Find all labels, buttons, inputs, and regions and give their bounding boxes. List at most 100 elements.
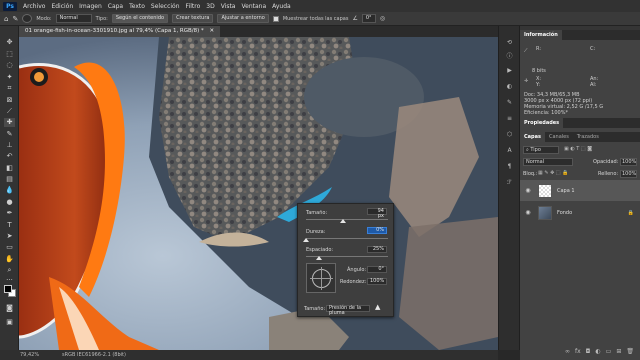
fill-field[interactable]: 100% [620, 170, 637, 178]
brush-roundness-field[interactable]: 100% [367, 278, 387, 285]
dodge-tool-icon[interactable]: ● [4, 198, 15, 207]
adjustments-icon[interactable]: ◐ [504, 82, 515, 91]
new-layer-icon[interactable]: ⊞ [616, 348, 621, 358]
play-icon[interactable]: ▶ [504, 66, 515, 75]
brush-size-field[interactable]: 94 px [367, 208, 387, 219]
cube-icon[interactable]: ⬡ [504, 130, 515, 139]
foreground-color-swatch[interactable] [4, 285, 12, 293]
quick-select-tool-icon[interactable]: ✦ [4, 73, 15, 82]
crosshair-icon: ✛ [524, 78, 529, 84]
path-select-tool-icon[interactable]: ➤ [4, 232, 15, 241]
opacity-field[interactable]: 100% [620, 158, 637, 166]
properties-icon[interactable]: ≡ [504, 114, 515, 123]
info-icon[interactable]: ⓘ [504, 52, 515, 61]
menu-view[interactable]: Vista [218, 3, 239, 10]
lasso-tool-icon[interactable]: ◌ [4, 61, 15, 70]
marquee-tool-icon[interactable]: ⬚ [4, 50, 15, 59]
brush-spacing-field[interactable]: 25% [367, 246, 387, 253]
fx-icon[interactable]: fx [575, 348, 581, 358]
menu-3d[interactable]: 3D [203, 3, 217, 10]
history-brush-tool-icon[interactable]: ↶ [4, 152, 15, 161]
document-canvas[interactable] [19, 37, 498, 350]
blend-mode-select[interactable]: Normal [523, 158, 573, 166]
sample-all-layers-checkbox[interactable] [272, 15, 279, 22]
menu-window[interactable]: Ventana [238, 3, 269, 10]
folder-icon[interactable]: ▭ [606, 348, 612, 358]
menu-edit[interactable]: Edición [48, 3, 76, 10]
menu-file[interactable]: Archivo [20, 3, 48, 10]
zoom-tool-icon[interactable]: ⌕ [4, 266, 15, 275]
history-icon[interactable]: ⟲ [504, 38, 515, 47]
character-icon[interactable]: A [504, 146, 515, 155]
menu-layer[interactable]: Capa [105, 3, 126, 10]
pressure-size-icon[interactable]: ◎ [380, 15, 385, 22]
home-icon[interactable]: ⌂ [4, 15, 8, 23]
menu-image[interactable]: Imagen [76, 3, 105, 10]
brush-panel-icon[interactable]: ✎ [504, 98, 515, 107]
zoom-level[interactable]: 79,42% [20, 350, 39, 360]
layer-name[interactable]: Fondo [557, 210, 572, 216]
eraser-tool-icon[interactable]: ◧ [4, 164, 15, 173]
gradient-tool-icon[interactable]: ▤ [4, 175, 15, 184]
adjustment-icon[interactable]: ◐ [595, 348, 600, 358]
brush-angle-field[interactable]: 0° [367, 266, 387, 273]
brush-hardness-field[interactable]: 0% [367, 227, 387, 234]
clone-stamp-tool-icon[interactable]: ⊥ [4, 141, 15, 150]
visibility-eye-icon[interactable]: ◉ [524, 209, 532, 216]
filter-toggle-icons[interactable]: ▣ ◐ T ⬚ ◙ [564, 146, 592, 152]
mask-icon[interactable]: ◘ [586, 348, 591, 358]
glyphs-icon[interactable]: ℱ [504, 178, 515, 187]
tab-layers[interactable]: Capas [520, 132, 545, 142]
layer-row-capa-1[interactable]: ◉ Capa 1 [520, 180, 640, 201]
status-menu-icon[interactable]: › [119, 350, 121, 360]
layer-row-fondo[interactable]: ◉ Fondo 🔒 [520, 202, 640, 223]
crop-tool-icon[interactable]: ⌗ [4, 84, 15, 93]
brush-hardness-slider[interactable] [306, 238, 388, 239]
menu-filter[interactable]: Filtro [183, 3, 204, 10]
layer-name[interactable]: Capa 1 [557, 188, 575, 194]
eyedropper-tool-icon[interactable]: ⟋ [4, 107, 15, 116]
more-tools-icon[interactable]: ··· [4, 276, 15, 285]
hand-tool-icon[interactable]: ✋ [4, 255, 15, 264]
blur-tool-icon[interactable]: 💧 [4, 186, 15, 195]
mode-select[interactable]: Normal [55, 14, 92, 23]
brush-size-slider[interactable] [306, 219, 388, 220]
brush-spacing-slider-knob[interactable] [316, 256, 322, 260]
menu-help[interactable]: Ayuda [269, 3, 294, 10]
brush-size-slider-knob[interactable] [340, 219, 346, 223]
create-texture-button[interactable]: Crear textura [172, 14, 214, 23]
type-tool-icon[interactable]: T [4, 221, 15, 230]
menu-type[interactable]: Texto [126, 3, 148, 10]
move-tool-icon[interactable]: ✥ [4, 38, 15, 47]
layer-filter-select[interactable]: ⌕ Tipo [523, 146, 559, 154]
menu-select[interactable]: Selección [148, 3, 183, 10]
brush-hardness-slider-knob[interactable] [303, 238, 309, 242]
healing-brush-tool-icon[interactable]: ✚ [4, 118, 15, 127]
link-icon[interactable]: ∞ [565, 348, 570, 358]
brush-angle-roundness-widget[interactable] [306, 263, 336, 293]
visibility-eye-icon[interactable]: ◉ [524, 187, 532, 194]
angle-field[interactable]: 0° [361, 14, 376, 23]
frame-tool-icon[interactable]: ⊠ [4, 96, 15, 105]
tab-paths[interactable]: Trazados [573, 132, 603, 142]
brush-tool-icon[interactable]: ✎ [4, 130, 15, 139]
document-tab[interactable]: 01 orange-fish-in-ocean-3301910.jpg al 7… [19, 26, 221, 37]
lock-icons[interactable]: ▦ ✎ ✥ ⬚ 🔒 [538, 170, 568, 176]
close-tab-icon[interactable]: ✕ [210, 28, 215, 34]
quick-mask-icon[interactable]: ◙ [4, 304, 15, 313]
screen-mode-icon[interactable]: ▣ [4, 318, 15, 327]
tab-info[interactable]: Información [520, 30, 562, 40]
pen-tool-icon[interactable]: ✒ [4, 209, 15, 218]
content-aware-button[interactable]: Según el contenido [111, 14, 169, 23]
shape-tool-icon[interactable]: ▭ [4, 243, 15, 252]
brush-preset-icon[interactable] [22, 14, 33, 23]
trash-icon[interactable]: 🗑 [626, 348, 634, 358]
tab-channels[interactable]: Canales [545, 132, 573, 142]
proximity-match-button[interactable]: Ajustar a entorno [217, 14, 269, 23]
pen-pressure-select[interactable]: Presión de la pluma [326, 305, 370, 316]
healing-brush-icon[interactable]: ✎ [12, 15, 18, 23]
info-efficiency-line: Eficiencia: 100%* [524, 110, 568, 116]
lock-icon: 🔒 [627, 209, 634, 216]
tab-properties[interactable]: Propiedades [520, 118, 564, 128]
paragraph-icon[interactable]: ¶ [504, 162, 515, 171]
